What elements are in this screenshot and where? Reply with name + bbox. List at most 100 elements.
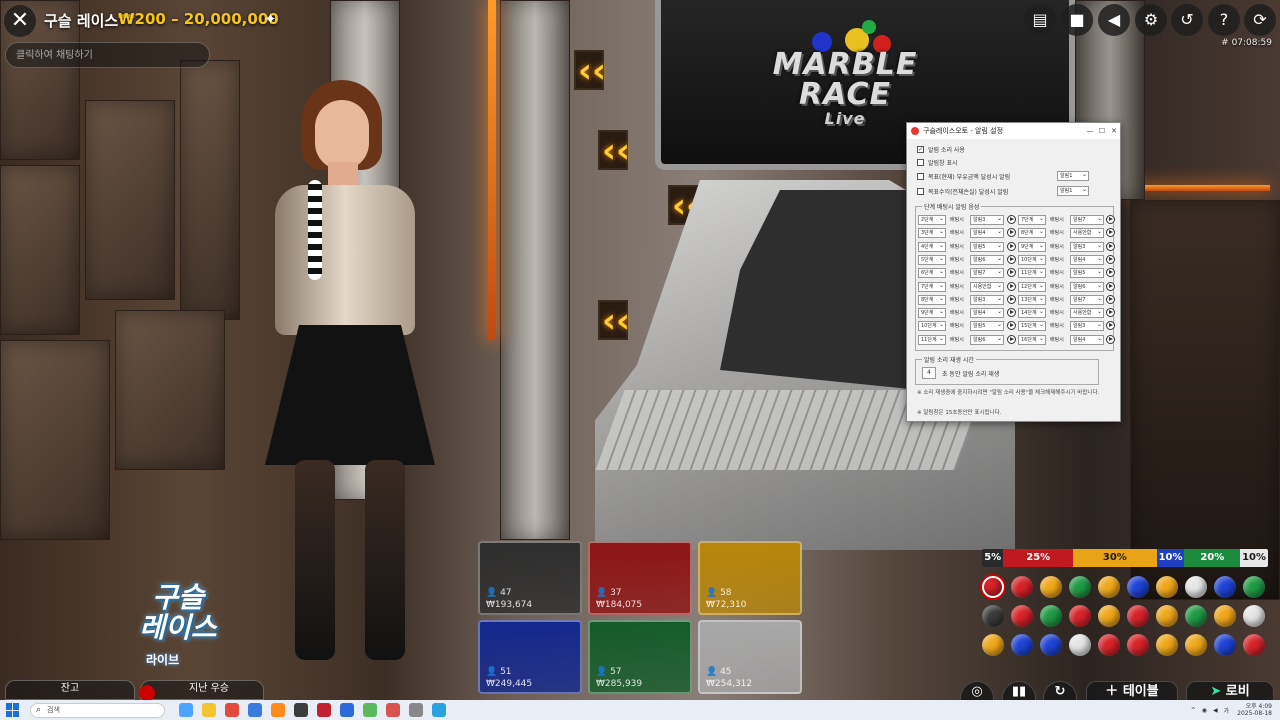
network-icon[interactable]: ◉ [1202, 707, 1207, 714]
play-icon[interactable] [1106, 268, 1115, 278]
sound-select[interactable]: 알림6 [970, 334, 1004, 345]
step-select[interactable]: 9단계 [1018, 241, 1046, 252]
app-icon[interactable] [409, 703, 423, 717]
chat-icon[interactable]: ▤ [1024, 4, 1056, 36]
sound-select[interactable]: 사용안함 [970, 281, 1004, 292]
sound-icon[interactable]: ◀ [1098, 4, 1130, 36]
step-select[interactable]: 11단계 [1018, 268, 1046, 279]
bet-tile-red[interactable]: 👤 37 ₩184,075 [588, 541, 692, 615]
step-select[interactable]: 7단계 [918, 281, 946, 292]
step-select[interactable]: 16단계 [1018, 334, 1046, 345]
step-select[interactable]: 8단계 [1018, 228, 1046, 239]
lobby-button[interactable]: ➤ 로비 [1186, 681, 1274, 701]
bet-tile-blue[interactable]: 👤 51 ₩249,445 [478, 620, 582, 694]
taskbar-search[interactable]: 검색 [30, 702, 165, 718]
play-icon[interactable] [1106, 215, 1115, 224]
app-icon[interactable] [248, 703, 262, 717]
maximize-icon[interactable]: ☐ [1096, 127, 1108, 135]
input-language[interactable]: 가 [1224, 706, 1230, 715]
bet-tile-black[interactable]: 👤 47 ₩193,674 [478, 541, 582, 615]
step-select[interactable]: 6단계 [918, 268, 946, 279]
step-select[interactable]: 7단계 [1018, 215, 1046, 225]
file-explorer-icon[interactable] [202, 703, 216, 717]
sound-select[interactable]: 알림4 [970, 308, 1004, 319]
step-select[interactable]: 12단계 [1018, 281, 1046, 292]
play-icon[interactable] [1106, 254, 1115, 264]
step-select[interactable]: 14단계 [1018, 308, 1046, 319]
taskbar-clock[interactable]: 오후 4:09 2025-08-18 [1237, 703, 1272, 717]
sound-select[interactable]: 알림3 [970, 294, 1004, 305]
app-icon[interactable] [363, 703, 377, 717]
step-select[interactable]: 4단계 [918, 241, 946, 252]
start-icon[interactable] [6, 703, 20, 717]
checkbox-balance-target[interactable]: 목표(현재) 부유금액 달성시 알림 [917, 172, 1010, 181]
sound-select[interactable]: 알림3 [1070, 241, 1104, 252]
bet-tile-white[interactable]: 👤 45 ₩254,312 [698, 620, 802, 694]
chrome-icon[interactable] [225, 703, 239, 717]
play-icon[interactable] [1106, 241, 1115, 251]
sound-select[interactable]: 알림5 [1070, 268, 1104, 279]
step-select[interactable]: 9단계 [918, 308, 946, 319]
sound-select[interactable]: 알림4 [970, 228, 1004, 239]
sound-select[interactable]: 사용안함 [1070, 228, 1104, 239]
sound-select[interactable]: 알림7 [970, 268, 1004, 279]
last-win-box[interactable]: 지난 우승 [139, 680, 264, 701]
bet-tile-yellow[interactable]: 👤 58 ₩72,310 [698, 541, 802, 615]
close-icon[interactable]: ✕ [4, 5, 36, 37]
checkbox-popup[interactable]: 알림창 표시 [917, 158, 958, 167]
seconds-input[interactable]: 4 [922, 367, 936, 379]
step-select[interactable]: 10단계 [1018, 254, 1046, 265]
settings-icon[interactable]: ⚙ [1135, 4, 1167, 36]
sound-select[interactable]: 알림7 [1070, 294, 1104, 305]
tray-chevron-icon[interactable]: ^ [1191, 707, 1196, 714]
sound-select[interactable]: 알림5 [970, 321, 1004, 332]
checkbox-sound[interactable]: ✓ 알림 소리 사용 [917, 145, 965, 154]
edge-icon[interactable] [179, 703, 193, 717]
step-select[interactable]: 8단계 [918, 294, 946, 305]
play-icon[interactable] [1106, 308, 1115, 318]
bet-tile-green[interactable]: 👤 57 ₩285,939 [588, 620, 692, 694]
chat-input[interactable] [5, 42, 210, 68]
close-icon[interactable]: ✕ [1108, 127, 1120, 135]
balance-target-select[interactable]: 알림1 [1057, 171, 1089, 181]
dialog-titlebar[interactable]: 구슬레이스오토 - 알림 설정 — ☐ ✕ [907, 123, 1120, 139]
pin-icon[interactable]: ✦ [264, 10, 277, 28]
sound-select[interactable]: 알림6 [1070, 281, 1104, 292]
checkbox-profit-target[interactable]: 목표수익(전체손실) 달성시 알림 [917, 187, 1008, 196]
reload-icon[interactable]: ⟳ [1244, 4, 1276, 36]
history-icon[interactable]: ↺ [1171, 4, 1203, 36]
app-icon[interactable] [271, 703, 285, 717]
sound-select[interactable]: 알림4 [1070, 254, 1104, 265]
app-icon[interactable] [294, 703, 308, 717]
sound-select[interactable]: 알림3 [1070, 321, 1104, 332]
table-button[interactable]: ＋ 테이블 [1086, 681, 1178, 701]
step-select[interactable]: 5단계 [918, 254, 946, 265]
profit-target-select[interactable]: 알림1 [1057, 186, 1089, 196]
step-select[interactable]: 10단계 [918, 321, 946, 332]
play-icon[interactable] [1106, 334, 1115, 344]
minimize-icon[interactable]: — [1084, 127, 1096, 135]
marble-app-icon[interactable] [386, 703, 400, 717]
play-icon[interactable] [1007, 308, 1016, 318]
play-icon[interactable] [1106, 294, 1115, 304]
sound-select[interactable]: 알림3 [970, 215, 1004, 225]
video-icon[interactable]: ■ [1061, 4, 1093, 36]
play-icon[interactable] [1007, 215, 1016, 224]
play-icon[interactable] [1007, 228, 1016, 238]
play-icon[interactable] [1106, 321, 1115, 331]
sound-select[interactable]: 알림4 [1070, 334, 1104, 345]
sound-select[interactable]: 사용안함 [1070, 308, 1104, 319]
step-select[interactable]: 2단계 [918, 215, 946, 225]
play-icon[interactable] [1007, 321, 1016, 331]
play-icon[interactable] [1007, 334, 1016, 344]
play-icon[interactable] [1106, 228, 1115, 238]
play-icon[interactable] [1007, 268, 1016, 278]
step-select[interactable]: 15단계 [1018, 321, 1046, 332]
step-select[interactable]: 11단계 [918, 334, 946, 345]
play-icon[interactable] [1007, 281, 1016, 291]
volume-icon[interactable]: ◀ [1213, 707, 1218, 714]
play-icon[interactable] [1007, 254, 1016, 264]
step-select[interactable]: 3단계 [918, 228, 946, 239]
sound-select[interactable]: 알림6 [970, 254, 1004, 265]
play-icon[interactable] [1007, 241, 1016, 251]
